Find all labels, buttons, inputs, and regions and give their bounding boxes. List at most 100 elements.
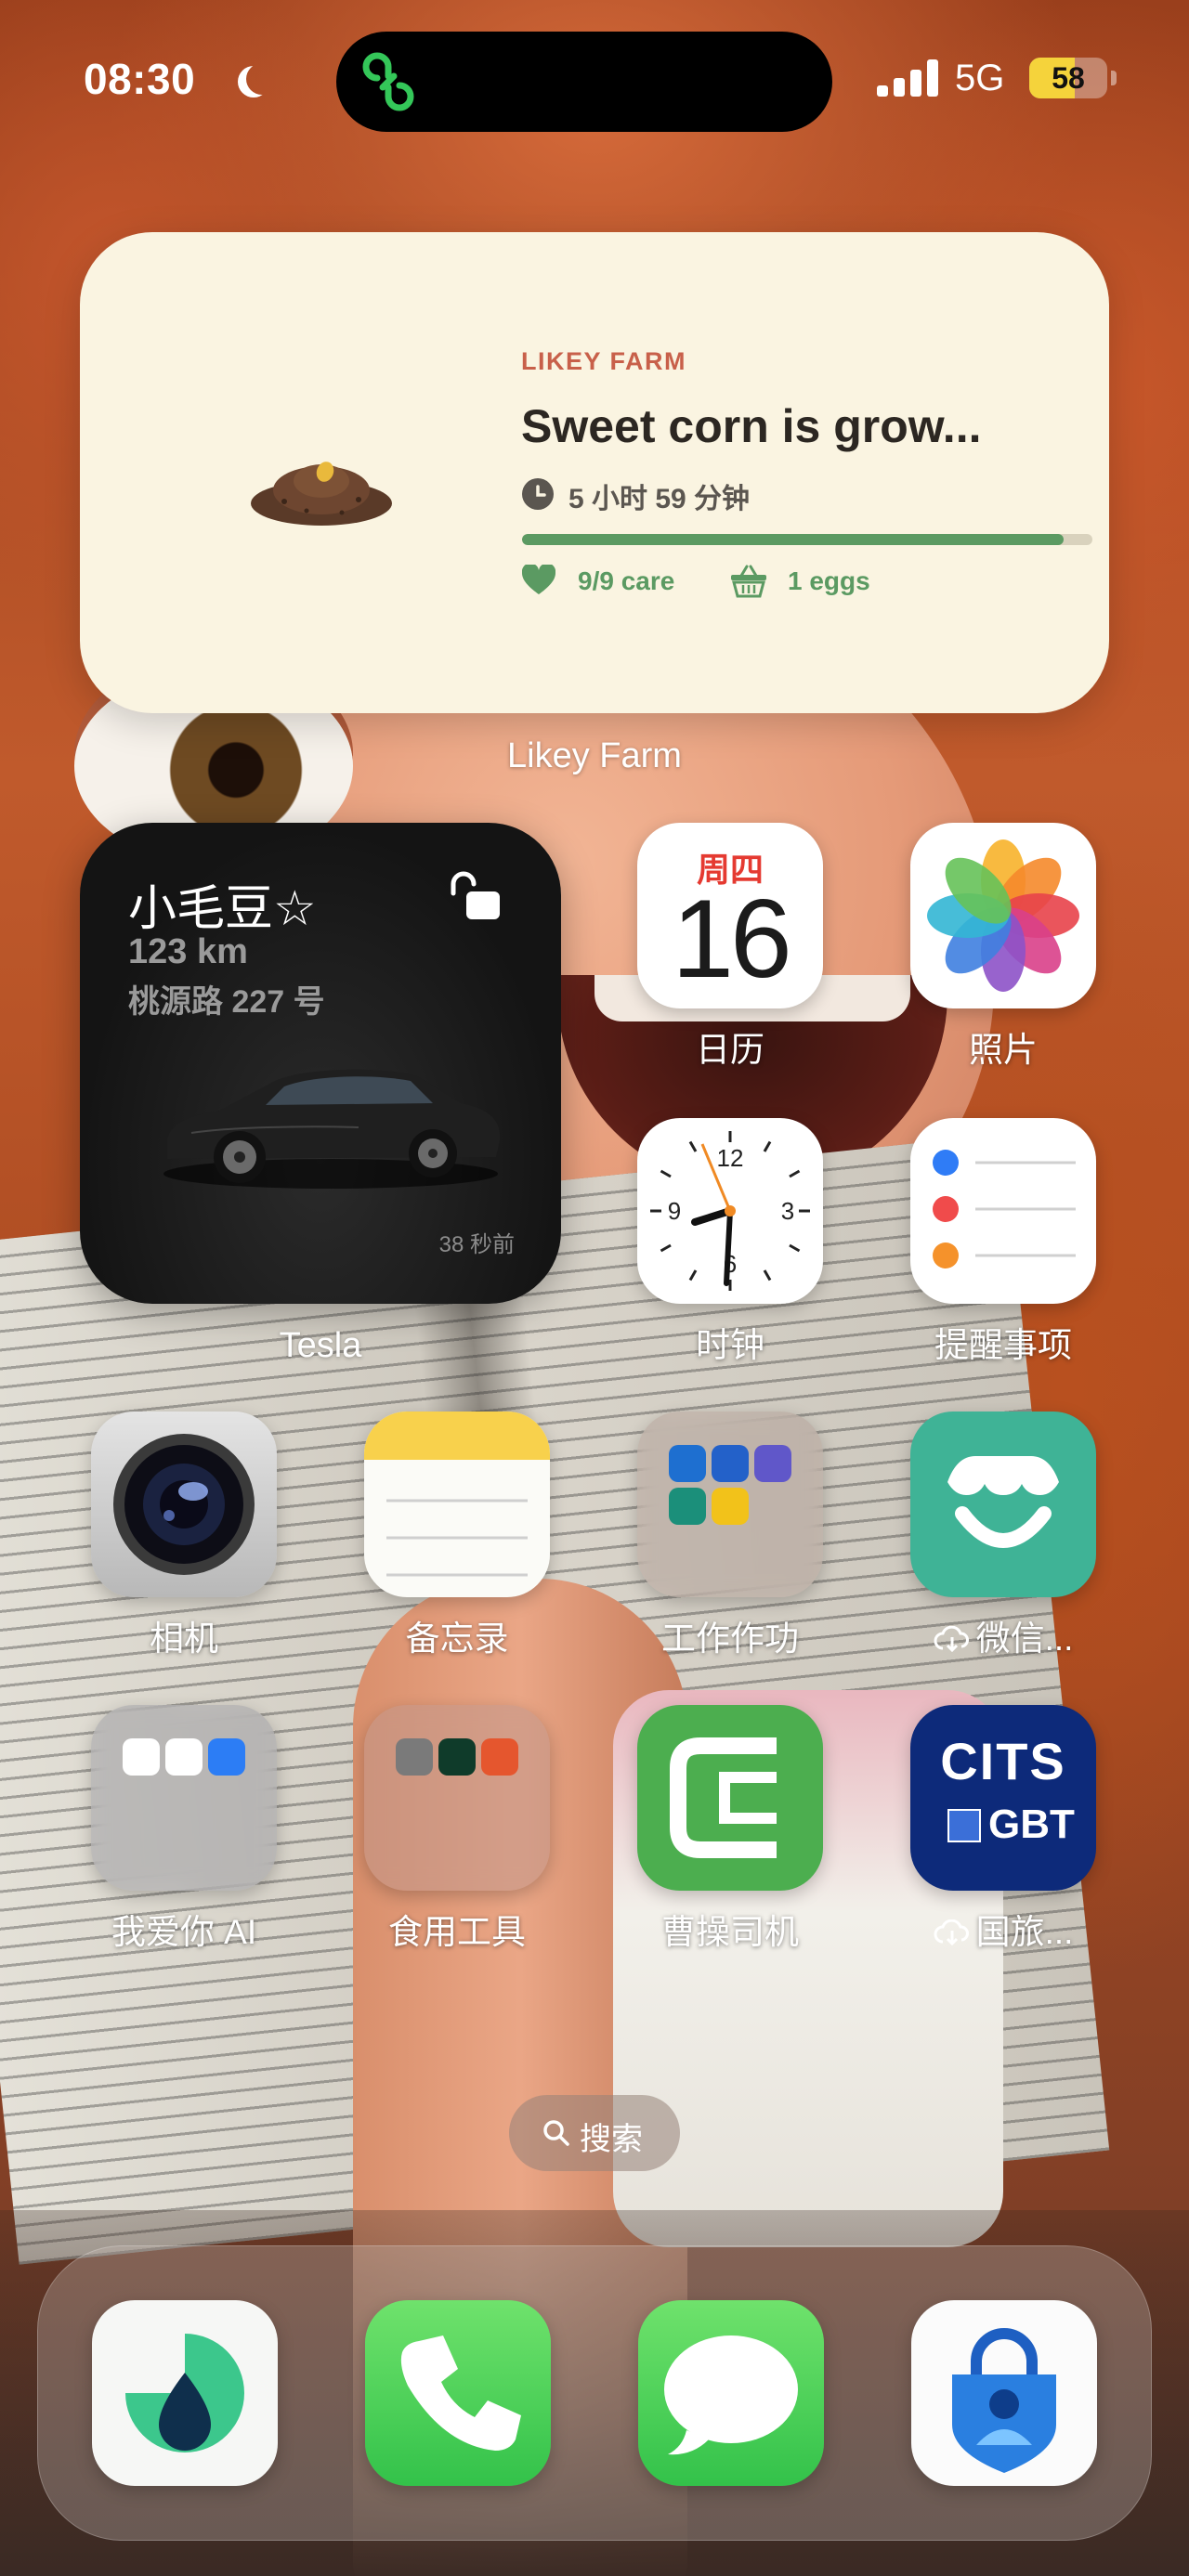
app-clock[interactable]: 12 3 6 9 时钟 <box>637 1118 823 1364</box>
folder-icon <box>364 1705 550 1891</box>
farm-widget-caption: Likey Farm <box>507 736 682 775</box>
growth-progress-fill <box>522 534 1065 545</box>
tesla-widget[interactable]: 小毛豆☆ 123 km 桃源路 227 号 38 秒前 <box>80 823 561 1304</box>
tool-mini-icon-3 <box>481 1738 518 1776</box>
app-notes[interactable]: 备忘录 <box>364 1412 550 1658</box>
growth-progress-bar <box>522 534 1092 545</box>
farm-crop-status: Sweet corn is grow... <box>521 400 982 452</box>
cloud-download-icon <box>934 1919 969 1945</box>
app-label-text: 国旅... <box>975 1913 1074 1951</box>
app-caocao[interactable]: 曹操司机 <box>637 1705 823 1951</box>
folder-icon <box>637 1412 823 1597</box>
dock-app-messages[interactable] <box>638 2300 824 2486</box>
calendar-icon: 周四 16 <box>637 823 823 1008</box>
folder-work[interactable]: 工作作功 <box>637 1412 823 1658</box>
basket-icon <box>731 565 766 598</box>
sharepoint-mini-icon <box>669 1488 706 1525</box>
battery-percent: 58 <box>1052 61 1085 95</box>
svg-text:3: 3 <box>781 1197 794 1225</box>
svg-text:9: 9 <box>668 1197 681 1225</box>
status-time[interactable]: 08:30 <box>84 54 195 104</box>
last-updated: 38 秒前 <box>438 1232 515 1257</box>
app-label: 工作作功 <box>661 1620 799 1658</box>
camera-icon <box>91 1412 277 1597</box>
unlock-icon[interactable] <box>446 869 503 923</box>
car-image <box>163 1069 501 1189</box>
vehicle-location: 桃源路 227 号 <box>128 984 325 1020</box>
moon-icon <box>246 63 278 95</box>
gbt-logo-text: GBT <box>988 1802 1075 1847</box>
app-label: 备忘录 <box>405 1620 509 1658</box>
network-type: 5G <box>955 58 1005 98</box>
app-calendar[interactable]: 周四 16 日历 <box>637 823 823 1069</box>
app-label: 相机 <box>150 1620 218 1658</box>
dock <box>37 2245 1152 2541</box>
messages-icon <box>638 2300 824 2486</box>
app-label: 我爱你 AI <box>111 1913 257 1951</box>
folder-ai[interactable]: 我爱你 AI <box>91 1705 277 1951</box>
caocao-icon <box>637 1705 823 1891</box>
dynamic-island[interactable] <box>336 32 832 132</box>
app-camera[interactable]: 相机 <box>91 1412 277 1658</box>
outlook-mini-icon <box>669 1445 706 1482</box>
powerbi-mini-icon <box>712 1488 749 1525</box>
farm-brand: LIKEY FARM <box>521 347 687 375</box>
tool-mini-icon-1 <box>396 1738 433 1776</box>
app-label: 时钟 <box>696 1326 764 1364</box>
chatgpt-mini-icon <box>165 1738 203 1776</box>
briefcase-mini-icon <box>712 1445 749 1482</box>
app-reminders[interactable]: 提醒事项 <box>910 1118 1096 1364</box>
egg-count: 1 eggs <box>788 566 870 595</box>
heart-icon <box>522 565 555 594</box>
link-icon <box>362 52 414 111</box>
calendar-date: 16 <box>672 877 791 1001</box>
drop-app-icon <box>92 2300 278 2486</box>
app-label: 国旅... <box>873 1904 1133 1954</box>
app-photos[interactable]: 照片 <box>910 823 1096 1069</box>
dock-app-1[interactable] <box>92 2300 278 2486</box>
ai-mini-icon-1 <box>123 1738 160 1776</box>
search-label: 搜索 <box>580 2122 643 2157</box>
photos-icon <box>910 823 1096 1008</box>
store-icon <box>910 1412 1096 1597</box>
amex-logo-icon <box>947 1809 981 1842</box>
app-label: 日历 <box>696 1031 764 1069</box>
battery-nub <box>1111 71 1117 85</box>
farm-timer: 5 小时 59 分钟 <box>568 484 751 514</box>
vehicle-name: 小毛豆☆ <box>128 881 317 937</box>
battery-icon: 58 <box>1029 58 1107 98</box>
appstore-mini-icon <box>208 1738 245 1776</box>
app-label: 食用工具 <box>388 1913 526 1951</box>
svg-text:12: 12 <box>717 1144 744 1172</box>
search-icon <box>543 2120 569 2146</box>
folder-tools[interactable]: 食用工具 <box>364 1705 550 1951</box>
reminders-icon <box>910 1118 1096 1304</box>
app-label: 提醒事项 <box>934 1326 1072 1364</box>
status-bar: 08:30 5G 58 <box>0 0 1189 149</box>
phone-icon <box>365 2300 551 2486</box>
cloud-download-icon <box>934 1626 969 1652</box>
app-cits[interactable]: CITS GBT 国旅... <box>910 1705 1096 1951</box>
care-count: 9/9 care <box>578 566 675 595</box>
app-label: 照片 <box>969 1031 1038 1069</box>
likey-farm-widget[interactable]: LIKEY FARM Sweet corn is grow... 5 小时 59… <box>80 232 1109 713</box>
dock-app-authenticator[interactable] <box>911 2300 1097 2486</box>
cits-logo-text: CITS <box>940 1732 1066 1790</box>
app-wechat-store[interactable]: 微信... <box>910 1412 1096 1658</box>
dock-app-phone[interactable] <box>365 2300 551 2486</box>
cits-icon: CITS GBT <box>910 1705 1096 1891</box>
clock-app-icon: 12 3 6 9 <box>637 1118 823 1304</box>
signal-icon <box>877 59 938 97</box>
teams-mini-icon <box>754 1445 791 1482</box>
notes-icon <box>364 1412 550 1597</box>
clock-icon <box>522 478 554 510</box>
seed-mound-icon <box>251 462 392 526</box>
app-label-text: 微信... <box>975 1620 1074 1658</box>
tesla-widget-caption: Tesla <box>279 1326 362 1365</box>
authenticator-icon <box>911 2300 1097 2486</box>
app-label: 曹操司机 <box>661 1913 799 1951</box>
folder-icon <box>91 1705 277 1891</box>
vehicle-range: 123 km <box>128 932 248 971</box>
spotlight-search-button[interactable]: 搜索 <box>509 2095 680 2171</box>
tool-mini-icon-2 <box>438 1738 476 1776</box>
